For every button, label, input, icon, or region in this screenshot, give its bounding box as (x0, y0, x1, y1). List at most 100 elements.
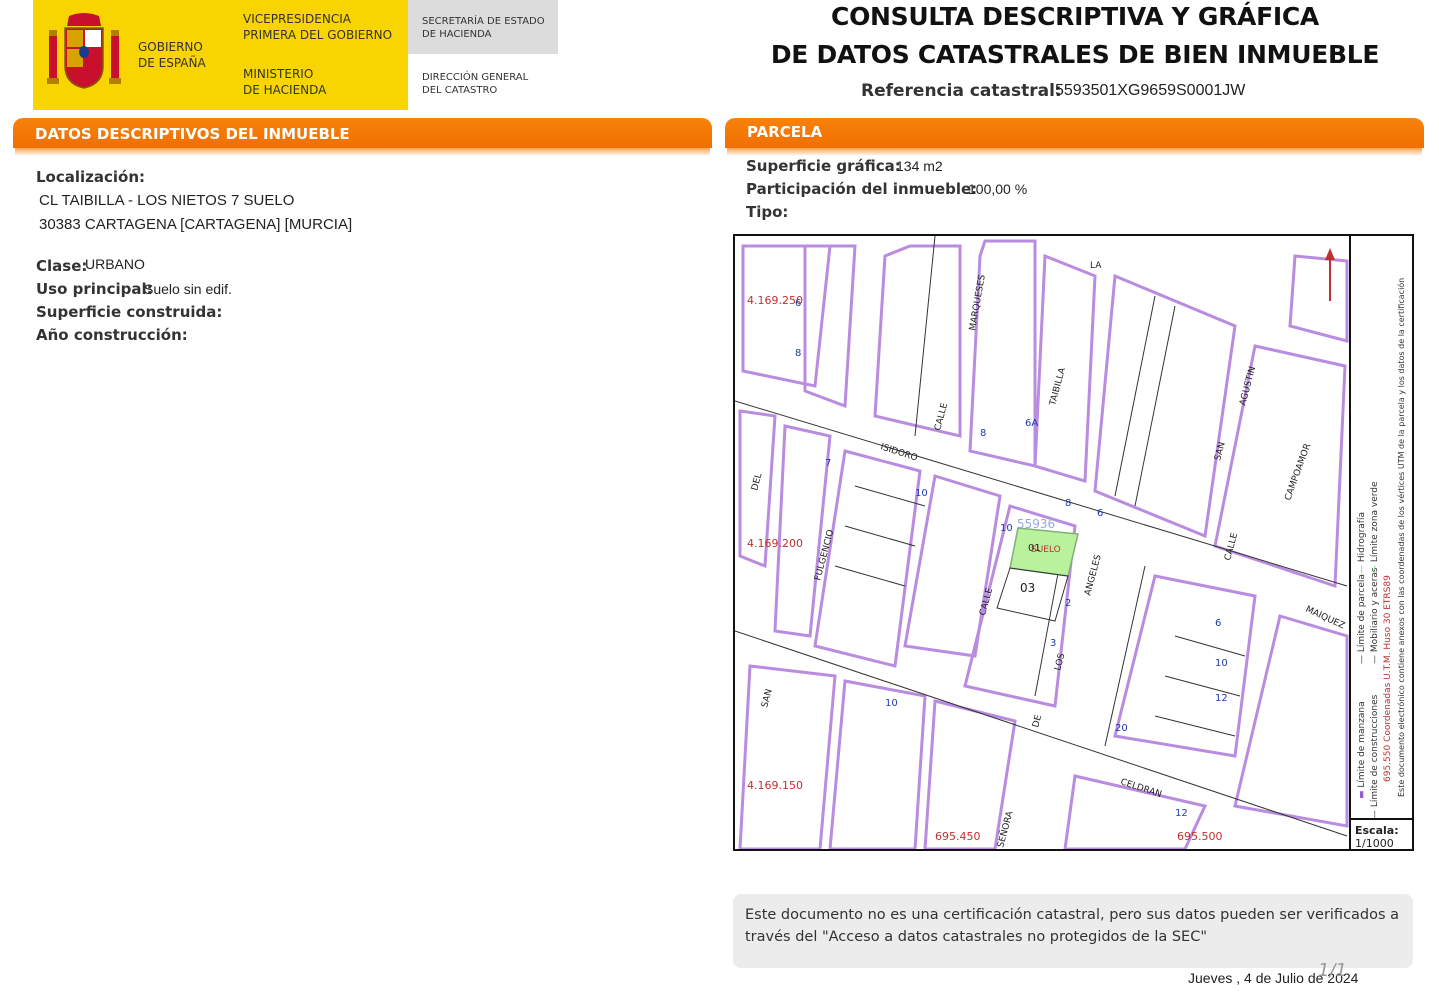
clase-label: Clase: (36, 257, 88, 275)
parcel-line (1104, 565, 1146, 747)
parcel-line (914, 236, 936, 437)
legend-zona-verde: — Límite zona verde (1370, 481, 1380, 574)
north-arrow-icon (1325, 248, 1335, 301)
coordinate-x-label: 695.500 (1177, 830, 1223, 843)
government-header: GOBIERNO DE ESPAÑA VICEPRESIDENCIA PRIME… (33, 0, 408, 110)
street-label-de: DE (1031, 714, 1044, 729)
direccion-text: DIRECCIÓN GENERAL DEL CATASTRO (422, 71, 528, 97)
participacion-label: Participación del inmueble: (746, 180, 978, 198)
localizacion-label: Localización: (36, 168, 146, 186)
block-outline (803, 244, 857, 409)
secretaria-text: SECRETARÍA DE ESTADO DE HACIENDA (422, 15, 545, 41)
street-label-san-2: SAN (760, 688, 775, 709)
block-outline (1288, 254, 1349, 343)
legend-manzana: ▬ Límite de manzana (1357, 701, 1367, 799)
map-number: 2 (1065, 598, 1071, 609)
parcela-title: PARCELA (725, 118, 1424, 148)
parcel-line (1114, 295, 1156, 497)
block-outline (1113, 574, 1257, 758)
map-number: 12 (1215, 693, 1228, 704)
page-number: 1/1 (1318, 960, 1347, 981)
coordinate-y-label: 4.169.200 (747, 537, 803, 550)
localizacion-line2: 30383 CARTAGENA [CARTAGENA] [MURCIA] (39, 216, 353, 233)
street-label-calle-3: CALLE (1223, 532, 1240, 562)
street-label-del: DEL (750, 472, 764, 492)
referencia-value: 5593501XG9659S0001JW (1055, 82, 1246, 99)
street-label-taibilla: TAIBILLA (1048, 366, 1068, 408)
parcel-line (844, 525, 916, 547)
gov-line1: GOBIERNO (138, 40, 203, 54)
block-outline (1233, 614, 1349, 828)
legend-hidrografia: — Hidrografía (1357, 512, 1367, 574)
map-number: 20 (1115, 723, 1128, 734)
legend-annex-note: Este documento electrónico contiene anex… (1397, 277, 1406, 797)
parcel-line (834, 565, 906, 587)
map-number: 6 (1215, 618, 1221, 629)
parcel-number: 01 (1028, 543, 1041, 554)
map-number: 6A (1025, 418, 1038, 429)
parcel-03-label: 03 (1020, 581, 1035, 595)
min-line2: DE HACIENDA (243, 83, 327, 97)
parcel-line (1164, 675, 1241, 697)
gobierno-text: GOBIERNO DE ESPAÑA (138, 39, 206, 71)
parcel-line (1174, 635, 1246, 657)
sec-line2: DE HACIENDA (422, 29, 492, 40)
street-label-angeles: ANGELES (1083, 553, 1104, 596)
legend-parcela: — Límite de parcela (1357, 574, 1367, 664)
scale-value: 1/1000 (1355, 837, 1394, 850)
block-outline (741, 244, 832, 388)
section-fade (15, 148, 710, 156)
superficie-construida-label: Superficie construida: (36, 303, 223, 321)
datos-descriptivos-title: DATOS DESCRIPTIVOS DEL INMUEBLE (13, 118, 712, 148)
block-outline (1093, 273, 1237, 539)
map-number: 6 (1097, 508, 1103, 519)
map-number: 12 (1175, 808, 1188, 819)
block-outline (738, 664, 837, 849)
ministerio-text: MINISTERIO DE HACIENDA (243, 66, 326, 98)
map-scale: Escala: 1/1000 (1349, 818, 1414, 851)
street-label-celdran: CELDRAN (1119, 777, 1163, 800)
street-label-marqueses: MARQUESES (968, 274, 988, 332)
document-title-line2: DE DATOS CATASTRALES DE BIEN INMUEBLE (770, 40, 1380, 69)
map-legend: ▬ Límite de manzana — Límite de parcela … (1349, 234, 1414, 819)
vice-line2: PRIMERA DEL GOBIERNO (243, 28, 393, 42)
street-label-maiquez: MAIQUEZ (1304, 605, 1346, 632)
street-label-agustin: AGUSTIN (1238, 365, 1258, 406)
anio-construccion-label: Año construcción: (36, 326, 188, 344)
map-number: 7 (825, 458, 831, 469)
map-number: 8 (795, 348, 801, 359)
vicepresidencia-text: VICEPRESIDENCIA PRIMERA DEL GOBIERNO (243, 11, 392, 43)
legend-utm: 695.550 Coordenadas U.T.M. Huso 30 ETRS8… (1383, 575, 1393, 782)
datos-descriptivos-section: DATOS DESCRIPTIVOS DEL INMUEBLE (13, 118, 712, 158)
cadastral-map: 6 8 8 6A 7 10 10 8 6 2 3 10 6 10 12 20 1… (733, 234, 1414, 851)
coordinate-x-label: 695.450 (935, 830, 981, 843)
vice-line1: VICEPRESIDENCIA (243, 12, 351, 26)
map-number: 3 (1050, 638, 1056, 649)
map-number: 8 (980, 428, 986, 439)
map-number: 8 (1065, 498, 1071, 509)
catastro-header: SECRETARÍA DE ESTADO DE HACIENDA DIRECCI… (408, 0, 558, 110)
parcel-line (1154, 715, 1236, 737)
parcel-line (1134, 305, 1176, 507)
street-label-calle-2: CALLE (978, 587, 995, 617)
dir-line1: DIRECCIÓN GENERAL (422, 72, 529, 83)
sec-line1: SECRETARÍA DE ESTADO (422, 16, 545, 27)
superficie-grafica-value: 134 m2 (896, 158, 943, 174)
superficie-grafica-label: Superficie gráfica: (746, 157, 901, 175)
localizacion-line1: CL TAIBILLA - LOS NIETOS 7 SUELO (39, 192, 295, 209)
referencia-label: Referencia catastral: (861, 81, 1062, 101)
map-number: 10 (915, 488, 928, 499)
street-label-los: LOS (1053, 652, 1067, 672)
dir-line2: DEL CATASTRO (422, 85, 498, 96)
document-title-line1: CONSULTA DESCRIPTIVA Y GRÁFICA (831, 2, 1319, 31)
cadastral-map-drawing: 6 8 8 6A 7 10 10 8 6 2 3 10 6 10 12 20 1… (735, 236, 1349, 849)
parcel-reference-label: 55936 (1017, 517, 1055, 531)
street-label-san: SAN (1213, 441, 1228, 462)
uso-principal-value: Suelo sin edif. (144, 281, 232, 297)
map-number: 10 (885, 698, 898, 709)
street-label-la: LA (1090, 261, 1102, 271)
legend-construcciones: — Límite de construcciones (1370, 694, 1380, 819)
block-outline (813, 449, 922, 668)
tipo-label: Tipo: (746, 203, 789, 221)
street-label-calle: CALLE (933, 402, 950, 432)
